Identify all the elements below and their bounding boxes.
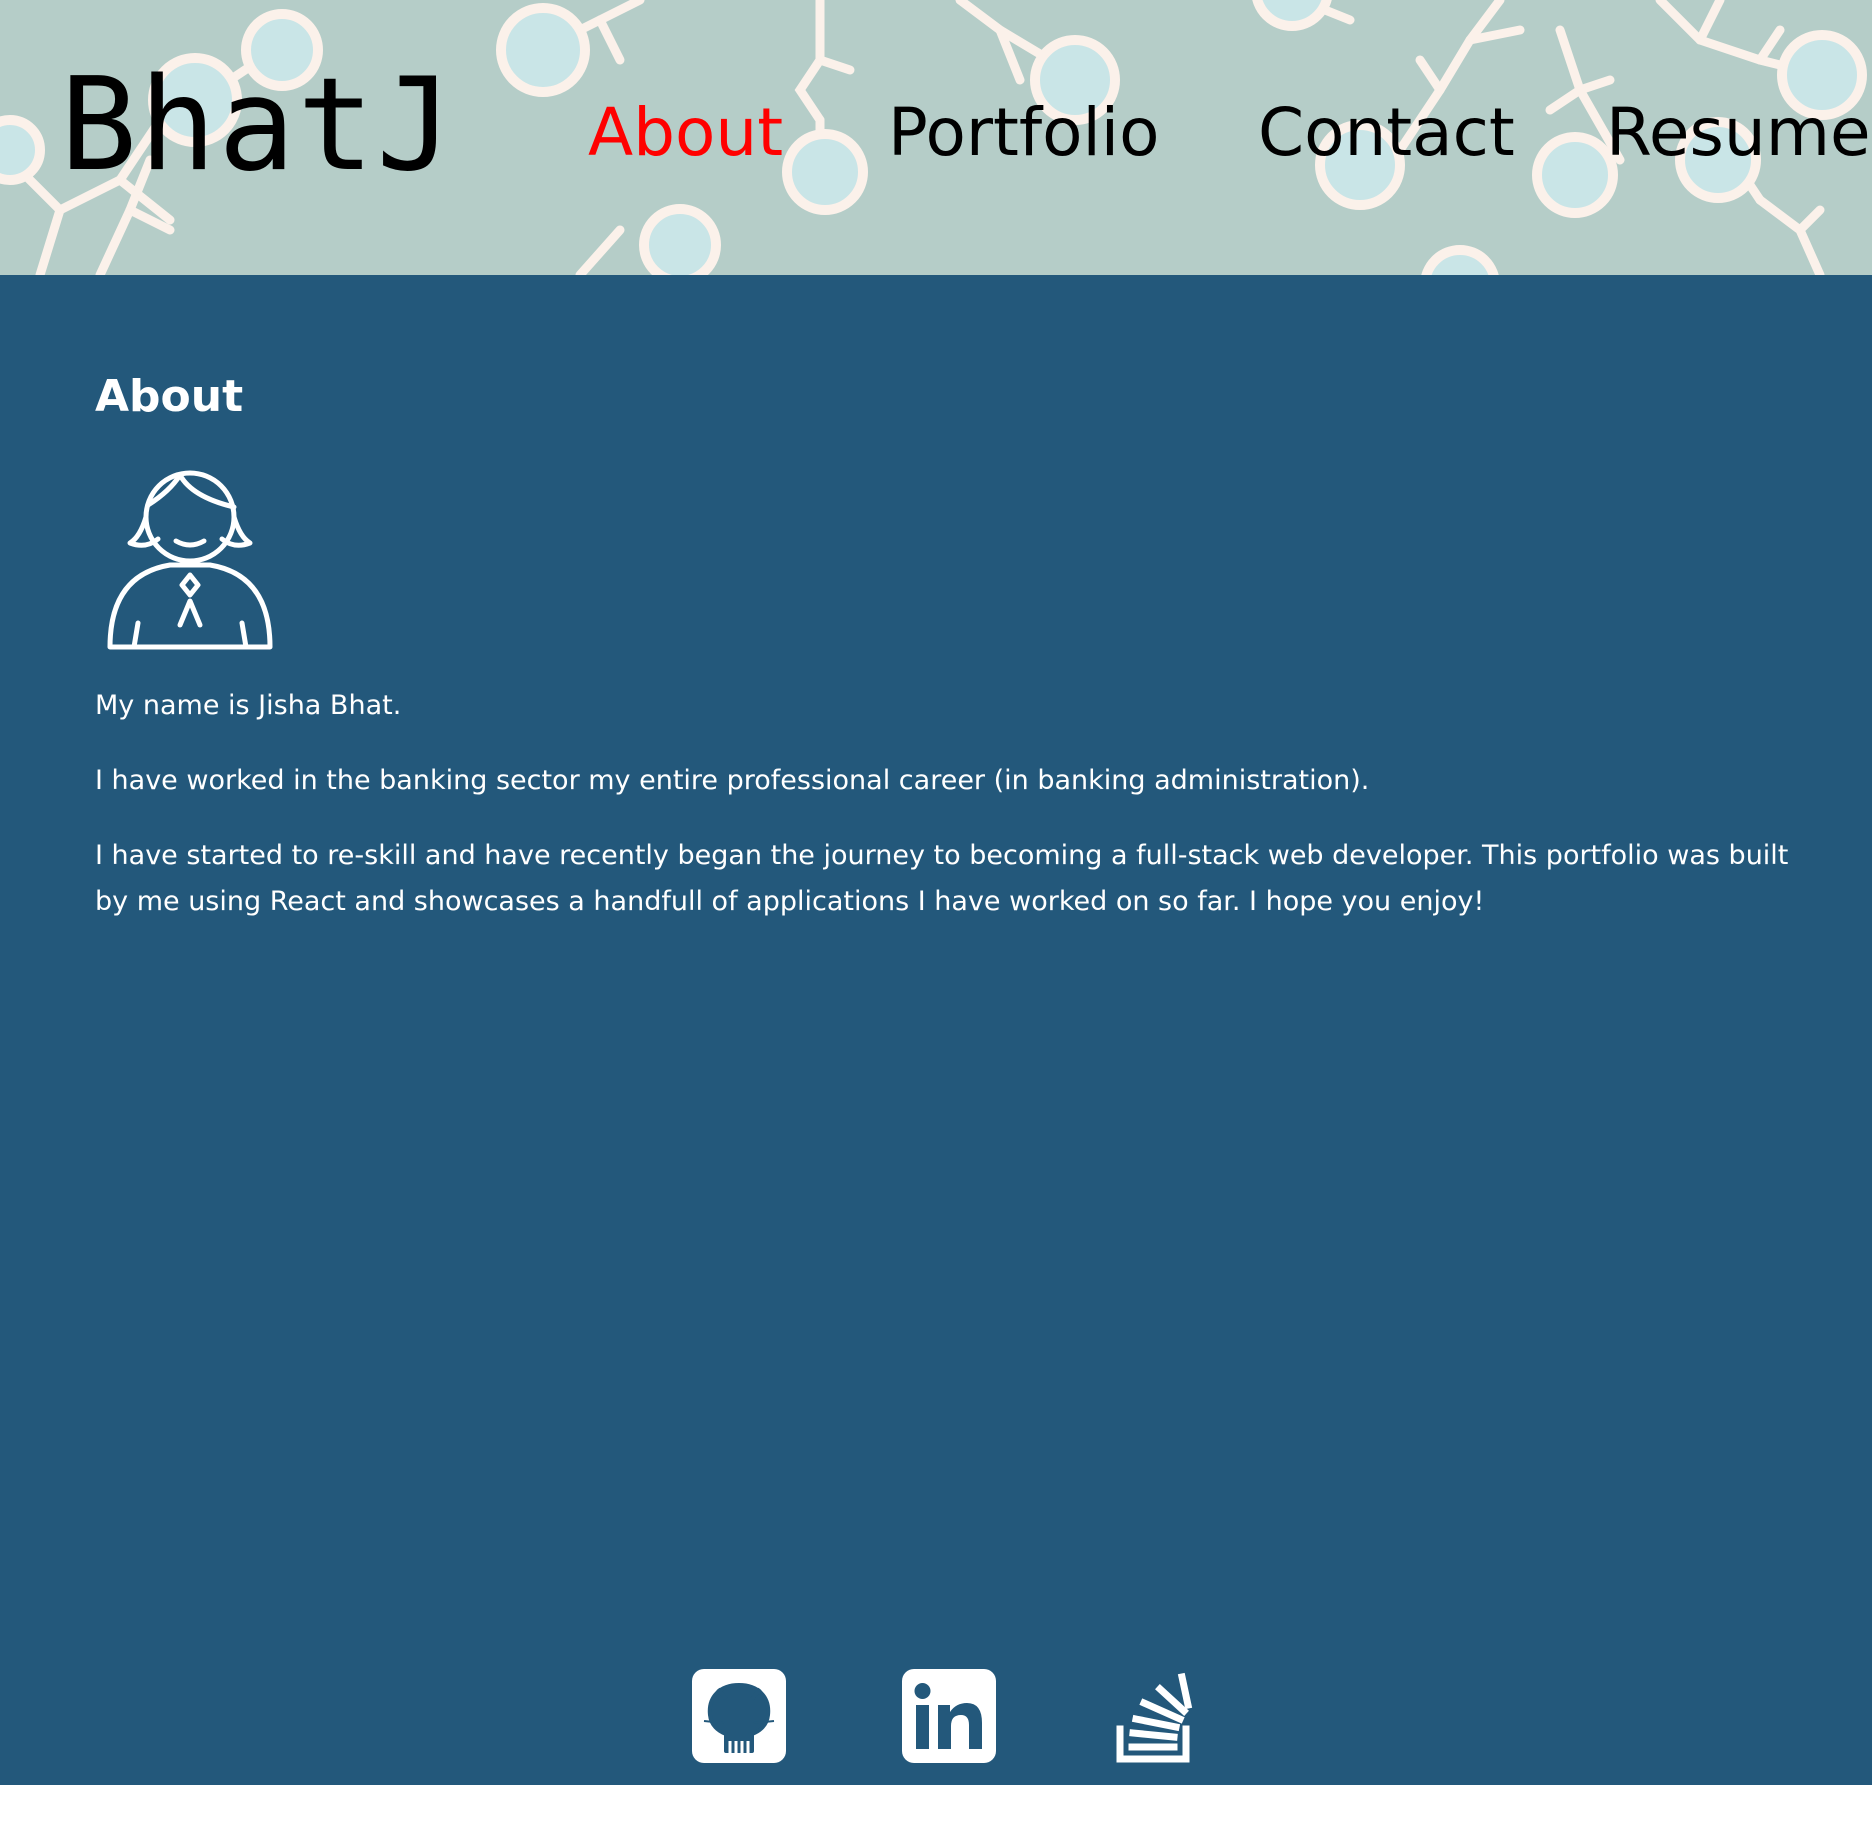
avatar-icon: [107, 470, 273, 650]
linkedin-icon[interactable]: [900, 1667, 998, 1765]
nav-about[interactable]: About: [588, 100, 783, 166]
about-paragraph-3: I have started to re-skill and have rece…: [95, 840, 1789, 917]
site-header: BhatJ About Portfolio Contact Resume: [0, 0, 1872, 275]
nav-contact[interactable]: Contact: [1258, 100, 1515, 166]
page: BhatJ About Portfolio Contact Resume Abo…: [0, 0, 1872, 1821]
about-paragraph-2: I have worked in the banking sector my e…: [95, 765, 1370, 796]
stackoverflow-icon[interactable]: [1110, 1667, 1208, 1765]
github-icon[interactable]: [690, 1667, 788, 1765]
nav-resume[interactable]: Resume: [1606, 100, 1871, 166]
site-logo[interactable]: BhatJ: [60, 62, 455, 190]
nav-portfolio[interactable]: Portfolio: [888, 100, 1160, 166]
section-title: About: [95, 371, 244, 422]
about-paragraph-1: My name is Jisha Bhat.: [95, 690, 402, 721]
main-content: About My name is Jisha Bhat. I have work…: [0, 275, 1872, 1785]
